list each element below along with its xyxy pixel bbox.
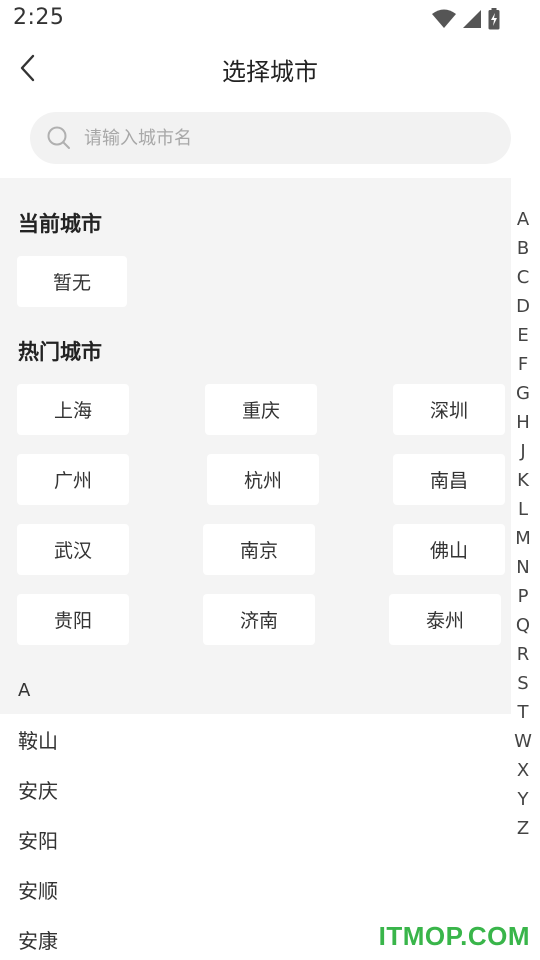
header: 选择城市 [0,38,540,98]
search-input[interactable] [82,126,486,150]
hot-city-button[interactable]: 武汉 [17,524,129,575]
status-icons [432,8,500,30]
hot-city-button[interactable]: 重庆 [205,384,317,435]
cell-signal-icon [463,10,481,28]
alphabet-index[interactable]: A B C D E F G H J K L M N P Q R S T W X … [511,205,535,843]
alphabet-letter[interactable]: K [517,466,529,495]
alphabet-letter[interactable]: R [517,640,530,669]
alphabet-letter[interactable]: E [517,321,528,350]
alphabet-letter[interactable]: B [517,234,529,263]
wifi-icon [432,9,456,28]
list-item[interactable]: 安庆 [0,764,511,814]
hot-city-button[interactable]: 佛山 [393,524,505,575]
alphabet-letter[interactable]: W [514,727,532,756]
alphabet-letter[interactable]: X [517,756,529,785]
alphabet-letter[interactable]: L [518,495,528,524]
hot-city-button[interactable]: 广州 [17,454,129,505]
alphabet-letter[interactable]: G [516,379,530,408]
watermark-logo: ITMOP.COM [378,921,530,951]
hot-city-button[interactable]: 贵阳 [17,594,129,645]
alphabet-letter[interactable]: T [518,698,529,727]
hot-city-button[interactable]: 南京 [203,524,315,575]
status-bar: 2:25 [0,0,540,38]
hot-city-button[interactable]: 济南 [203,594,315,645]
group-header-letter: A [18,680,31,701]
alphabet-letter[interactable]: P [518,582,529,611]
hot-city-button[interactable]: 南昌 [393,454,505,505]
alphabet-letter[interactable]: J [520,437,525,466]
search-bar[interactable] [30,112,511,164]
page-title: 选择城市 [222,58,318,86]
alphabet-letter[interactable]: Y [518,785,529,814]
list-item[interactable]: 鞍山 [0,714,511,764]
alphabet-letter[interactable]: S [517,669,528,698]
hot-city-button[interactable]: 深圳 [393,384,505,435]
alphabet-letter[interactable]: Z [517,814,529,843]
alphabet-letter[interactable]: H [516,408,530,437]
hot-city-button[interactable]: 杭州 [207,454,319,505]
alphabet-letter[interactable]: F [518,350,528,379]
list-item[interactable]: 安阳 [0,814,511,864]
city-shortcuts-section: 当前城市 暂无 热门城市 上海 重庆 深圳 广州 杭州 南昌 武汉 南京 佛山 … [0,178,511,714]
hot-cities-title: 热门城市 [18,340,102,364]
alphabet-letter[interactable]: M [515,524,531,553]
alphabet-letter[interactable]: D [516,292,530,321]
alphabet-letter[interactable]: A [517,205,529,234]
current-city-button[interactable]: 暂无 [17,256,127,307]
alphabet-letter[interactable]: Q [516,611,530,640]
city-select-screen: 2:25 选择城市 请输入城市名 当前城市 暂无 热门城市 上海 重庆 深圳 广… [0,0,540,960]
alphabet-letter[interactable]: N [516,553,529,582]
hot-city-button[interactable]: 泰州 [389,594,501,645]
current-city-title: 当前城市 [18,212,102,236]
status-time: 2:25 [13,5,65,30]
hot-city-button[interactable]: 上海 [17,384,129,435]
search-icon [46,125,72,151]
alphabet-letter[interactable]: C [517,263,530,292]
list-item[interactable]: 安顺 [0,864,511,914]
battery-icon [488,8,500,30]
